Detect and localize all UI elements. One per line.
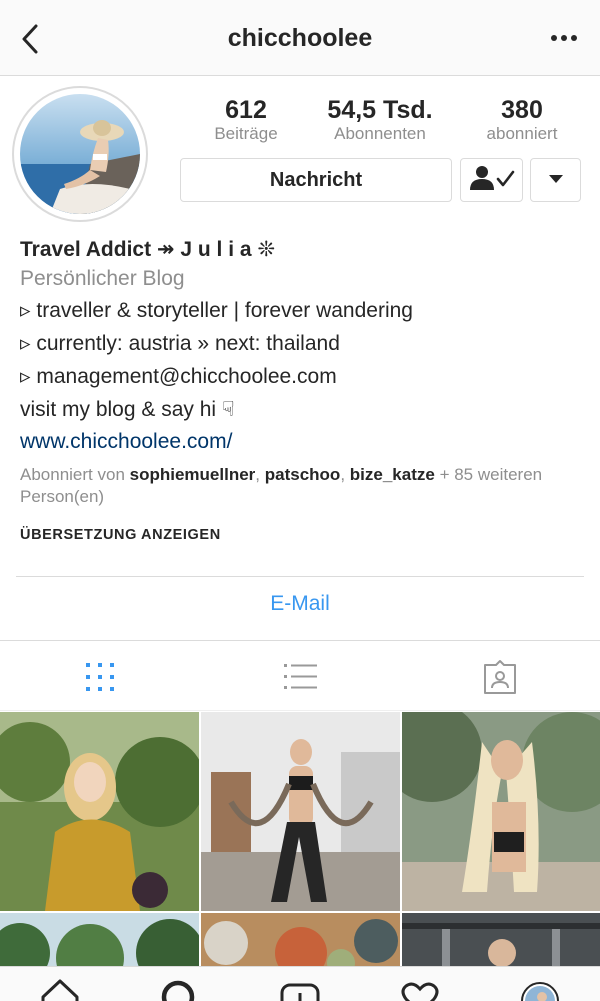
grid-icon[interactable] [80, 657, 120, 697]
followers-label: Abonnenten [334, 124, 426, 143]
following-count: 380 [501, 96, 543, 124]
grid-photo[interactable] [201, 712, 400, 911]
grid-photo[interactable] [201, 913, 400, 966]
message-button[interactable]: Nachricht [180, 158, 452, 202]
profile-avatar[interactable] [12, 86, 148, 222]
posts-stat: 612 Beiträge [196, 96, 296, 144]
bio-line: ▹ management@chicchoolee.com [20, 365, 337, 388]
followers-count: 54,5 Tsd. [327, 96, 433, 124]
grid-photo[interactable] [0, 712, 199, 911]
grid-photo[interactable] [402, 913, 600, 966]
top-navigation-bar: chicchoolee [0, 0, 600, 76]
bio-line: ▹ traveller & storyteller | forever wand… [20, 299, 413, 322]
more-options-icon[interactable] [550, 28, 578, 48]
suggestions-dropdown-button[interactable] [530, 158, 581, 202]
grid-photo[interactable] [402, 712, 600, 911]
posts-label: Beiträge [214, 124, 278, 143]
caret-down-icon [548, 171, 564, 189]
profile-category: Persönlicher Blog [20, 267, 185, 290]
heart-icon[interactable] [398, 975, 442, 1001]
show-translation-link[interactable]: ÜBERSETZUNG ANZEIGEN [20, 527, 221, 543]
display-name: Travel Addict ↠ J u l i a ❊ [20, 238, 275, 261]
home-icon[interactable] [38, 975, 82, 1001]
photo-grid [0, 712, 600, 966]
following-stat[interactable]: 380 abonniert [462, 96, 582, 144]
divider [16, 576, 584, 577]
followed-by-prefix: Abonniert von [20, 465, 125, 484]
list-icon[interactable] [280, 657, 320, 697]
add-icon[interactable] [278, 975, 322, 1001]
search-icon[interactable] [156, 975, 200, 1001]
follower-username: patschoo [264, 465, 341, 484]
following-status-button[interactable] [460, 158, 523, 202]
username-title: chicchoolee [227, 24, 373, 52]
following-label: abonniert [486, 124, 558, 143]
email-button[interactable]: E-Mail [0, 592, 600, 616]
profile-view-tabs [0, 641, 600, 711]
profile-bio: Travel Addict ↠ J u l i a ❊ Persönlicher… [20, 236, 590, 458]
website-link[interactable]: www.chicchoolee.com/ [20, 426, 232, 458]
bio-line: visit my blog & say hi ☟ [20, 398, 235, 421]
followers-stat[interactable]: 54,5 Tsd. Abonnenten [310, 96, 450, 144]
bottom-navigation-bar [0, 966, 600, 1001]
followed-by-text[interactable]: Abonniert von sophiemuellner, patschoo, … [20, 464, 580, 508]
grid-photo[interactable] [0, 913, 199, 966]
posts-count: 612 [225, 96, 267, 124]
profile-photo [20, 94, 140, 214]
profile-avatar-icon[interactable] [518, 975, 562, 1001]
bio-line: ▹ currently: austria » next: thailand [20, 332, 340, 355]
follower-username: sophiemuellner [129, 465, 256, 484]
person-check-icon [469, 165, 515, 196]
follower-username: bize_katze [349, 465, 435, 484]
tagged-icon[interactable] [480, 657, 520, 697]
profile-stats: 612 Beiträge 54,5 Tsd. Abonnenten 380 ab… [196, 96, 580, 146]
